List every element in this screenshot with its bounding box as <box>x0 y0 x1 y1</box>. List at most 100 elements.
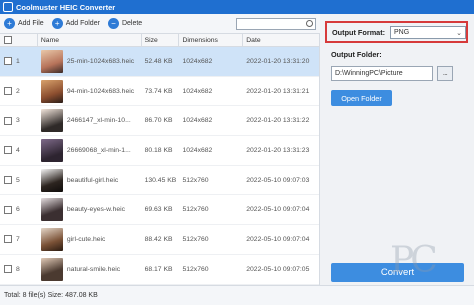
file-size: 73.74 KB <box>144 87 173 95</box>
file-date: 2022-01-20 13:31:20 <box>246 57 310 65</box>
row-checkbox[interactable] <box>4 235 12 244</box>
row-check-cell: 5 <box>0 166 38 195</box>
file-size: 80.18 KB <box>144 146 173 154</box>
toolbar: + Add File + Add Folder − Delete <box>0 14 320 34</box>
table-row[interactable]: 6 beauty-eyes-w.heic 69.63 KB 512x760 20… <box>0 195 319 226</box>
table-row[interactable]: 7 girl-cute.heic 88.42 KB 512x760 2022-0… <box>0 225 319 255</box>
output-format-value: PNG <box>394 28 410 36</box>
table-row[interactable]: 3 2466147_xl-min-10... 86.70 KB 1024x682… <box>0 106 319 137</box>
output-format-group: Output Format: PNG ⌄ <box>325 21 468 43</box>
delete-button[interactable]: − Delete <box>107 18 142 29</box>
row-name-cell: girl-cute.heic <box>38 225 142 254</box>
row-name-cell: natural-smile.heic <box>38 255 142 284</box>
convert-button[interactable]: Convert <box>331 263 464 282</box>
thumbnail-image <box>40 79 63 103</box>
browse-button[interactable]: ... <box>437 66 453 81</box>
select-all-checkbox-cell <box>0 34 38 47</box>
row-checkbox[interactable] <box>4 87 12 96</box>
row-checkbox[interactable] <box>4 146 12 155</box>
file-name: 25-min-1024x683.heic <box>66 57 135 65</box>
row-checkbox[interactable] <box>4 176 12 185</box>
output-format-label: Output Format: <box>332 27 386 37</box>
row-name-cell: 26669068_xl-min-1... <box>38 136 142 165</box>
row-check-cell: 4 <box>0 136 38 165</box>
table-row[interactable]: 2 94-min-1024x683.heic 73.74 KB 1024x682… <box>0 77 319 107</box>
file-name: 2466147_xl-min-10... <box>66 117 131 125</box>
row-index: 3 <box>16 117 20 125</box>
thumbnail-image <box>40 257 63 281</box>
file-date: 2022-05-10 09:07:04 <box>246 206 310 214</box>
output-folder-path: D:\WinningPC\Picture <box>335 70 403 77</box>
row-checkbox[interactable] <box>4 57 12 66</box>
file-name: 94-min-1024x683.heic <box>66 87 135 95</box>
row-check-cell: 1 <box>0 47 38 76</box>
delete-icon: − <box>107 18 119 29</box>
thumbnail-image <box>40 49 63 73</box>
table-header: Name Size Dimensions Date <box>0 34 319 47</box>
row-checkbox[interactable] <box>4 205 12 214</box>
row-name-cell: beauty-eyes-w.heic <box>38 195 142 224</box>
output-format-select[interactable]: PNG ⌄ <box>390 25 466 39</box>
add-folder-button[interactable]: + Add Folder <box>51 18 100 29</box>
add-folder-label: Add Folder <box>65 20 100 27</box>
thumbnail-image <box>40 138 63 162</box>
file-date: 2022-01-20 13:31:22 <box>246 117 310 125</box>
row-check-cell: 7 <box>0 225 38 254</box>
file-date: 2022-05-10 09:07:05 <box>246 265 310 273</box>
row-name-cell: 25-min-1024x683.heic <box>38 47 142 76</box>
row-name-cell: 94-min-1024x683.heic <box>38 77 142 106</box>
app-logo-icon <box>3 2 13 12</box>
column-header-size[interactable]: Size <box>142 34 180 47</box>
search-icon <box>306 19 313 27</box>
row-name-cell: beautiful-girl.heic <box>38 166 142 195</box>
row-index: 1 <box>16 57 20 65</box>
file-name: natural-smile.heic <box>66 265 121 273</box>
search-input[interactable] <box>236 17 316 30</box>
file-date: 2022-05-10 09:07:03 <box>246 176 310 184</box>
table-row[interactable]: 5 beautiful-girl.heic 130.45 KB 512x760 … <box>0 166 319 196</box>
row-check-cell: 3 <box>0 106 38 135</box>
app-title: Coolmuster HEIC Converter <box>16 2 116 12</box>
column-header-dimensions[interactable]: Dimensions <box>179 34 244 47</box>
file-dimensions: 512x760 <box>182 235 209 243</box>
file-dimensions: 1024x682 <box>182 87 213 95</box>
row-name-cell: 2466147_xl-min-10... <box>38 106 142 135</box>
file-size: 130.45 KB <box>144 176 177 184</box>
file-name: beautiful-girl.heic <box>66 176 119 184</box>
file-date: 2022-05-10 09:07:04 <box>246 235 310 243</box>
output-folder-label: Output Folder: <box>331 50 382 59</box>
table-row[interactable]: 1 25-min-1024x683.heic 52.48 KB 1024x682… <box>0 47 319 77</box>
status-bar: Total: 8 file(s) Size: 487.08 KB <box>0 285 474 305</box>
thumbnail-image <box>40 198 63 222</box>
file-dimensions: 1024x682 <box>182 117 213 125</box>
row-check-cell: 6 <box>0 195 38 224</box>
file-name: girl-cute.heic <box>66 235 106 243</box>
row-checkbox[interactable] <box>4 265 12 274</box>
row-checkbox[interactable] <box>4 116 12 125</box>
file-date: 2022-01-20 13:31:23 <box>246 146 310 154</box>
thumbnail-image <box>40 109 63 133</box>
add-folder-icon: + <box>51 18 63 29</box>
file-size: 86.70 KB <box>144 117 173 125</box>
open-folder-button[interactable]: Open Folder <box>331 90 392 106</box>
file-table: Name Size Dimensions Date 1 25-min-1024x… <box>0 34 320 285</box>
column-header-name[interactable]: Name <box>38 34 142 47</box>
file-dimensions: 1024x682 <box>182 146 213 154</box>
row-check-cell: 2 <box>0 77 38 106</box>
select-all-checkbox[interactable] <box>4 36 12 44</box>
file-size: 68.17 KB <box>144 265 173 273</box>
status-text: Total: 8 file(s) Size: 487.08 KB <box>4 292 98 299</box>
table-row[interactable]: 4 26669068_xl-min-1... 80.18 KB 1024x682… <box>0 136 319 166</box>
output-folder-field[interactable]: D:\WinningPC\Picture <box>331 66 433 81</box>
row-index: 6 <box>16 206 20 214</box>
file-dimensions: 512x760 <box>182 265 209 273</box>
file-name: beauty-eyes-w.heic <box>66 206 126 214</box>
table-row[interactable]: 8 natural-smile.heic 68.17 KB 512x760 20… <box>0 255 319 285</box>
thumbnail-image <box>40 168 63 192</box>
file-size: 69.63 KB <box>144 206 173 214</box>
column-header-date[interactable]: Date <box>243 34 319 47</box>
row-index: 5 <box>16 176 20 184</box>
add-file-button[interactable]: + Add File <box>4 18 44 29</box>
chevron-down-icon: ⌄ <box>456 29 462 37</box>
file-date: 2022-01-20 13:31:21 <box>246 87 310 95</box>
